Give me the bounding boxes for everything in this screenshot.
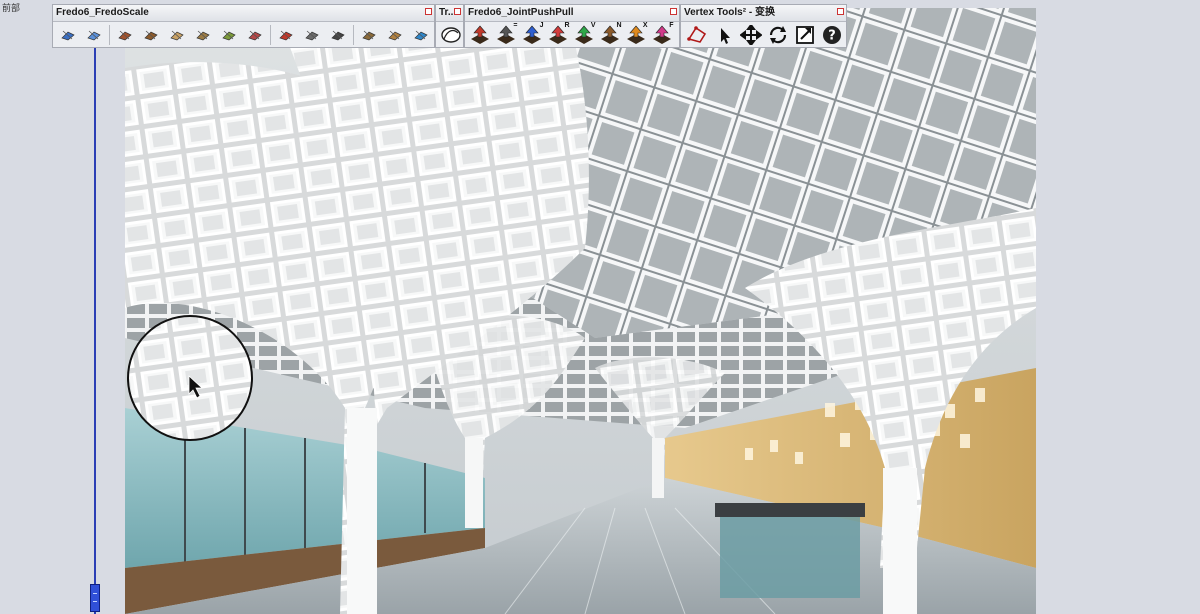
shortcut-letter: F: [669, 22, 674, 29]
box-bend-button[interactable]: [139, 24, 163, 46]
extrude-button[interactable]: X: [624, 22, 649, 47]
fredoscale-toolbar: Fredo6_FredoScale: [52, 4, 435, 48]
shortcut-letter: N: [616, 22, 622, 29]
shortcut-letter: =: [513, 22, 518, 29]
toolbar-separator: [353, 25, 354, 45]
joint-button[interactable]: J: [520, 22, 545, 47]
untaper-icon: [388, 30, 402, 41]
box-twist-button[interactable]: [113, 24, 137, 46]
close-icon[interactable]: [454, 8, 461, 15]
fredoscale-toolbar-buttons: [53, 22, 434, 48]
vertex-select-icon: [686, 26, 706, 43]
radial-bend-button[interactable]: [357, 24, 381, 46]
joint-push-pull-icon: [471, 25, 489, 44]
axis-handle[interactable]: [90, 584, 100, 612]
rotate-icon: [331, 30, 345, 41]
bend-button[interactable]: [300, 24, 324, 46]
fredoscale-toolbar-title: Fredo6_FredoScale: [56, 7, 149, 18]
close-icon[interactable]: [837, 8, 844, 15]
move-icon: [739, 25, 762, 45]
jointpushpull-toolbar-buttons: = J R V N X F: [465, 22, 679, 48]
plane-scale-icon: [196, 30, 210, 41]
shear-button[interactable]: [274, 24, 298, 46]
box-twist-icon: [118, 30, 132, 41]
close-icon[interactable]: [425, 8, 432, 15]
jointpushpull-toolbar-title: Fredo6_JointPushPull: [468, 7, 574, 18]
vertex-tools-toolbar-title: Vertex Tools² - 变换: [684, 7, 775, 18]
stretch-icon: [222, 30, 236, 41]
curve-tool-button[interactable]: [439, 24, 462, 46]
rotate-button[interactable]: [326, 24, 350, 46]
shear-icon: [279, 30, 293, 41]
help-button[interactable]: ?: [820, 23, 845, 47]
box-bend-icon: [144, 30, 158, 41]
round-button[interactable]: R: [546, 22, 571, 47]
box-scale-icon: [61, 30, 75, 41]
tr-toolbar: Tr...: [435, 4, 464, 48]
shortcut-letter: J: [539, 22, 544, 29]
scale-button[interactable]: [793, 23, 818, 47]
vector-button[interactable]: V: [572, 22, 597, 47]
joint-push-pull-button[interactable]: [468, 23, 493, 47]
jointpushpull-toolbar: Fredo6_JointPushPull = J R V N X F: [464, 4, 680, 48]
bend-icon: [305, 30, 319, 41]
untaper-button[interactable]: [383, 24, 407, 46]
rotate-icon: [769, 26, 787, 44]
normal-button[interactable]: N: [598, 22, 623, 47]
toolbar-separator: [270, 25, 271, 45]
plane-scale-button[interactable]: [191, 24, 215, 46]
move-button[interactable]: [738, 23, 763, 47]
shortcut-letter: V: [590, 22, 596, 29]
rotate-button[interactable]: [766, 23, 791, 47]
stretch-button[interactable]: [217, 24, 241, 46]
follow-button[interactable]: F: [650, 22, 675, 47]
svg-text:?: ?: [829, 29, 837, 44]
help-button[interactable]: [409, 24, 433, 46]
box-scale-button[interactable]: [56, 24, 80, 46]
close-icon[interactable]: [670, 8, 677, 15]
airport-terminal-render: [125, 8, 1036, 614]
shortcut-letter: X: [642, 22, 648, 29]
curve-tool-icon: [440, 27, 461, 43]
taper-icon: [170, 30, 184, 41]
green-axis-line: [94, 40, 96, 614]
taper-button[interactable]: [165, 24, 189, 46]
model-viewport[interactable]: [125, 8, 1036, 614]
toolbar-separator: [109, 25, 110, 45]
twist-icon: [248, 30, 262, 41]
box-stretch-button[interactable]: [82, 24, 106, 46]
corner-label: 前部: [2, 4, 21, 14]
help-icon: ?: [823, 26, 842, 44]
box-stretch-icon: [87, 30, 101, 41]
help-icon: [414, 30, 428, 41]
pointer-icon: [720, 28, 730, 44]
twist-button[interactable]: [243, 24, 267, 46]
shortcut-letter: R: [564, 22, 570, 29]
vertex-select-button[interactable]: [684, 23, 709, 47]
radial-bend-icon: [362, 30, 376, 41]
pointer-button[interactable]: [711, 23, 736, 47]
scale-icon: [796, 26, 815, 44]
vector-push-pull-button[interactable]: =: [494, 22, 519, 47]
vertex-tools-toolbar: Vertex Tools² - 变换 ?: [680, 4, 847, 48]
